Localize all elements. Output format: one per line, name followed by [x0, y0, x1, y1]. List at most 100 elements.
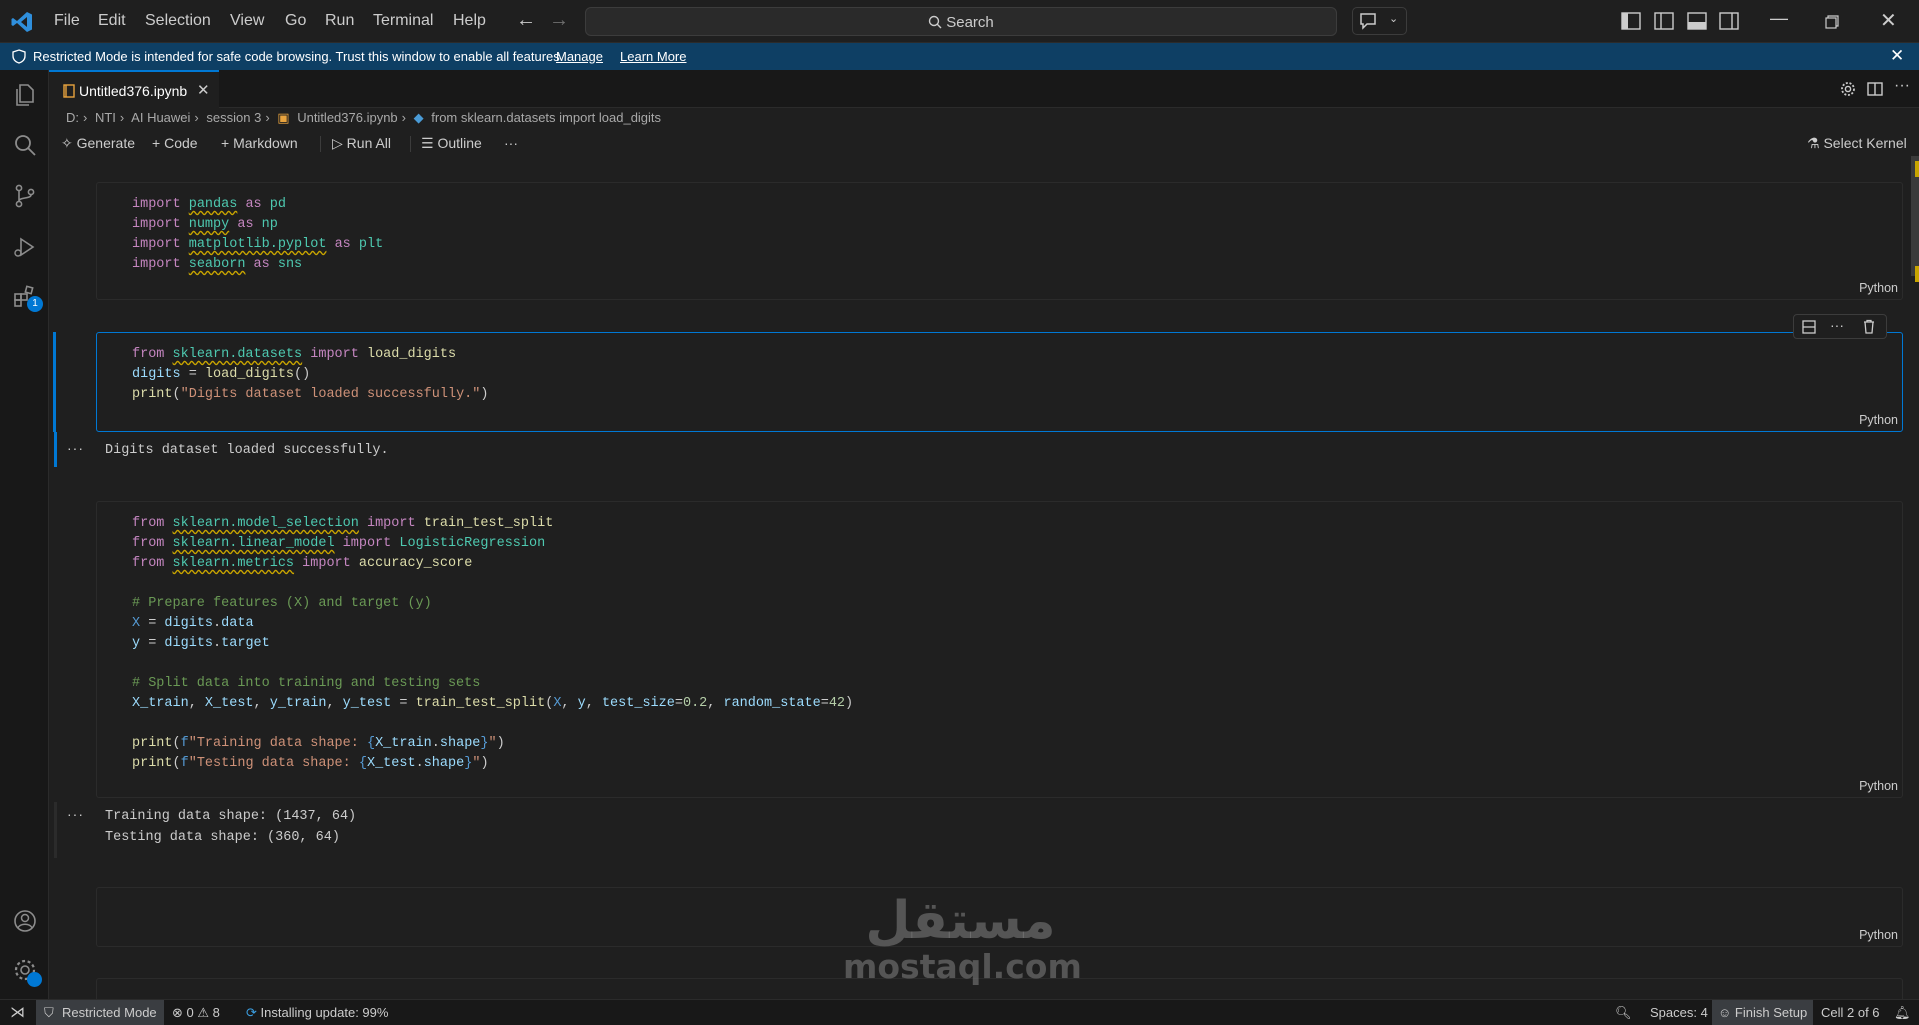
watermark-latin: mostaql.com	[843, 947, 1082, 986]
breadcrumb-ai-huawei[interactable]: AI Huawei	[131, 110, 190, 125]
plus-icon: +	[152, 135, 161, 151]
toggle-sidebar-icon[interactable]	[1653, 10, 1675, 32]
forward-arrow-icon[interactable]: →	[549, 9, 569, 32]
settings-gear-icon[interactable]	[1840, 81, 1856, 97]
menu-edit[interactable]: Edit	[98, 12, 126, 30]
breadcrumb-nti[interactable]: NTI	[95, 110, 116, 125]
command-center-search[interactable]: Search	[585, 7, 1337, 36]
plus-icon: +	[221, 135, 230, 151]
more-actions-icon[interactable]: ···	[1894, 77, 1910, 95]
editor-scrollbar[interactable]	[1905, 156, 1919, 999]
cell-language-label[interactable]: Python	[1859, 413, 1898, 427]
breadcrumb-cell[interactable]: from sklearn.datasets import load_digits	[431, 110, 661, 125]
run-debug-icon[interactable]	[12, 234, 38, 260]
breadcrumb-file[interactable]: Untitled376.ipynb	[297, 110, 397, 125]
cell-language-label[interactable]: Python	[1859, 281, 1898, 295]
cell-3-code[interactable]: from sklearn.model_selection import trai…	[132, 514, 853, 774]
cell-2-code[interactable]: from sklearn.datasets import load_digits…	[132, 345, 488, 405]
vscode-logo-icon	[11, 12, 32, 32]
delete-cell-icon[interactable]	[1862, 319, 1876, 334]
tab-untitled376[interactable]: Untitled376.ipynb ✕	[49, 70, 219, 108]
kernel-icon: ⚗	[1807, 135, 1820, 151]
source-control-icon[interactable]	[12, 183, 38, 209]
toggle-panel-icon[interactable]	[1686, 10, 1708, 32]
update-status[interactable]: ⟳ Installing update: 99%	[246, 1005, 388, 1021]
code-cell-2[interactable]: from sklearn.datasets import load_digits…	[96, 332, 1903, 432]
restore-icon[interactable]	[1825, 15, 1839, 29]
select-kernel-button[interactable]: ⚗ Select Kernel	[1807, 135, 1907, 152]
status-bar: ⋊ ⛉ Restricted Mode ⊗ 0 ⚠ 8 ⟳ Installing…	[0, 999, 1919, 1025]
editor-tab-bar: Untitled376.ipynb ✕ ···	[49, 70, 1919, 108]
remote-icon: ⋊	[10, 1004, 25, 1021]
focus-indicator	[53, 332, 56, 432]
run-all-button[interactable]: ▷ Run All	[332, 135, 391, 152]
error-icon: ⊗	[172, 1005, 183, 1020]
update-badge	[27, 972, 42, 987]
search-view-icon[interactable]	[12, 132, 38, 158]
shield-icon	[12, 49, 26, 64]
menu-selection[interactable]: Selection	[145, 12, 211, 30]
add-code-cell-button[interactable]: + Code	[152, 135, 198, 151]
code-cell-3[interactable]: from sklearn.model_selection import trai…	[96, 501, 1903, 798]
split-cell-icon[interactable]	[1802, 320, 1816, 334]
explorer-icon[interactable]	[12, 82, 38, 108]
manage-link[interactable]: Manage	[556, 49, 603, 64]
toolbar-more-button[interactable]: ···	[504, 135, 518, 151]
notifications-bell-icon[interactable]: 🔔︎	[1894, 1005, 1911, 1021]
output-bar	[54, 802, 57, 858]
menu-file[interactable]: File	[54, 12, 80, 30]
breadcrumb: D: › NTI › AI Huawei › session 3 › ▣ Untitle…	[66, 110, 662, 125]
chat-icon	[1360, 13, 1376, 30]
outline-button[interactable]: ☰ Outline	[421, 135, 482, 152]
tab-label: Untitled376.ipynb	[79, 83, 188, 99]
menu-run[interactable]: Run	[325, 12, 354, 30]
search-icon	[929, 15, 942, 29]
output-more-icon[interactable]: ···	[67, 806, 84, 822]
cell-language-label[interactable]: Python	[1859, 928, 1898, 942]
problems-indicator[interactable]: ⊗ 0 ⚠ 8	[172, 1005, 220, 1021]
mostaql-watermark: مستقل mostaql.com	[843, 891, 1082, 986]
menu-go[interactable]: Go	[285, 12, 306, 30]
restricted-mode-label: Restricted Mode	[62, 1005, 157, 1020]
accounts-icon[interactable]	[12, 908, 38, 934]
cell-more-icon[interactable]: ···	[1830, 317, 1844, 333]
menu-help[interactable]: Help	[453, 12, 486, 30]
menu-view[interactable]: View	[230, 12, 264, 30]
warning-icon: ⚠	[197, 1005, 210, 1020]
python-cell-icon: ◆	[413, 110, 424, 125]
zoom-icon[interactable]: 🔍︎	[1615, 1005, 1632, 1021]
indentation-indicator[interactable]: Spaces: 4	[1650, 1005, 1708, 1020]
restricted-mode-indicator[interactable]: ⛉ Restricted Mode	[36, 1000, 164, 1025]
generate-button[interactable]: ✧ Generate	[61, 135, 135, 152]
output-more-icon[interactable]: ···	[67, 440, 84, 456]
banner-close-icon[interactable]: ✕	[1890, 46, 1904, 66]
add-markdown-cell-button[interactable]: + Markdown	[221, 135, 298, 151]
notebook-file-icon	[63, 84, 75, 98]
split-editor-icon[interactable]	[1867, 81, 1883, 97]
menu-terminal[interactable]: Terminal	[373, 12, 433, 30]
tab-close-icon[interactable]: ✕	[197, 81, 210, 99]
minimize-icon[interactable]: —	[1770, 8, 1788, 29]
sparkle-icon: ✧	[61, 135, 73, 151]
toggle-primary-sidebar-icon[interactable]	[1620, 10, 1642, 32]
cell-language-label[interactable]: Python	[1859, 779, 1898, 793]
remote-indicator[interactable]: ⋊	[0, 1000, 36, 1025]
watermark-arabic: مستقل	[865, 891, 1056, 951]
cell-position-indicator[interactable]: Cell 2 of 6	[1821, 1005, 1880, 1020]
cell-1-code[interactable]: import pandas as pd import numpy as np i…	[132, 195, 383, 275]
code-cell-1[interactable]: import pandas as pd import numpy as np i…	[96, 182, 1903, 300]
sync-icon: ⟳	[246, 1005, 257, 1020]
scrollbar-warning-marker	[1915, 161, 1919, 177]
toggle-secondary-sidebar-icon[interactable]	[1718, 10, 1740, 32]
learn-more-link[interactable]: Learn More	[620, 49, 686, 64]
breadcrumb-drive[interactable]: D:	[66, 110, 79, 125]
back-arrow-icon[interactable]: ←	[516, 9, 536, 32]
list-icon: ☰	[421, 135, 434, 151]
close-window-icon[interactable]: ✕	[1880, 8, 1897, 33]
search-label: Search	[586, 14, 1336, 31]
copilot-chat-button[interactable]: ⌄	[1352, 7, 1407, 35]
breadcrumb-session[interactable]: session 3	[206, 110, 261, 125]
finish-setup-button[interactable]: ☺ Finish Setup	[1712, 1000, 1814, 1025]
cell-2-output: Digits dataset loaded successfully.	[105, 443, 389, 458]
toolbar-divider	[410, 136, 411, 152]
